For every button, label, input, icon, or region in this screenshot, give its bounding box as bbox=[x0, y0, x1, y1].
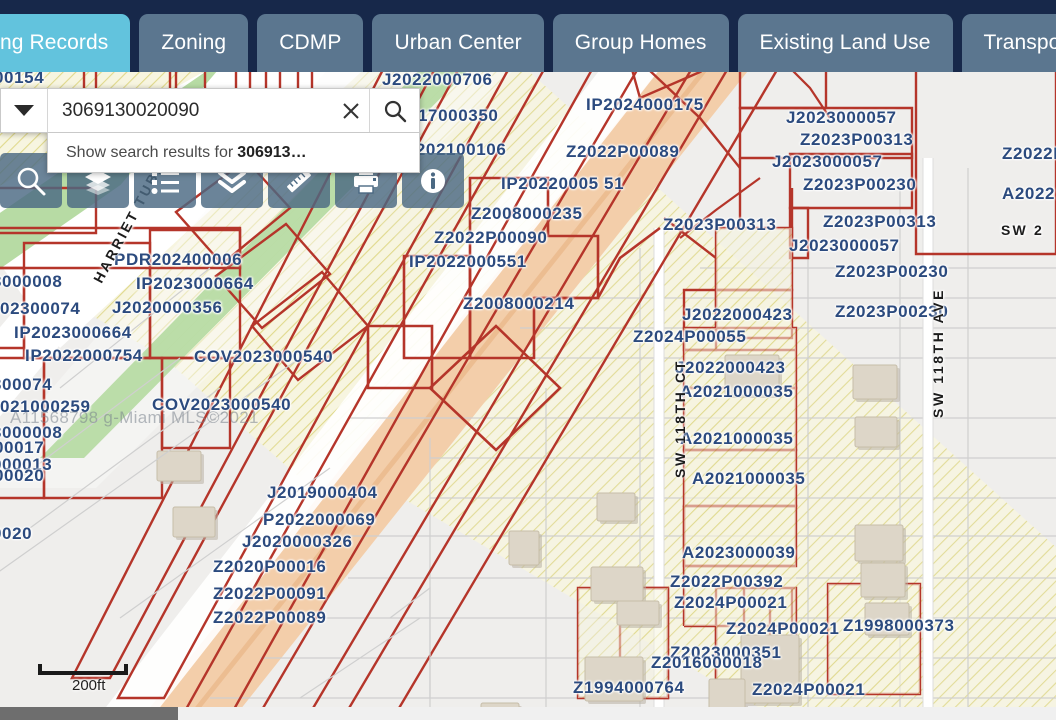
suggestion-prefix: Show search results for bbox=[66, 143, 234, 161]
tab-label: Transport bbox=[983, 31, 1056, 54]
tab-label: Existing Land Use bbox=[759, 31, 931, 54]
search-row bbox=[0, 88, 420, 133]
tab-group-homes[interactable]: Group Homes bbox=[552, 14, 729, 72]
chevron-down-icon bbox=[14, 105, 34, 116]
search-source-dropdown[interactable] bbox=[1, 89, 48, 132]
horizontal-scrollbar[interactable] bbox=[0, 707, 1056, 720]
search-suggestion-item[interactable]: Show search results for 306913… bbox=[47, 133, 420, 173]
info-icon bbox=[421, 168, 445, 193]
suggestion-term: 306913… bbox=[237, 143, 307, 161]
tab-transportation[interactable]: Transport bbox=[961, 14, 1056, 72]
tab-label: ng Records bbox=[0, 31, 109, 54]
tab-zoning[interactable]: Zoning bbox=[139, 14, 249, 72]
scrollbar-thumb[interactable] bbox=[0, 707, 178, 720]
tab-existing-land-use[interactable]: Existing Land Use bbox=[737, 14, 953, 72]
search-submit-button[interactable] bbox=[369, 89, 419, 132]
clear-search-icon[interactable] bbox=[333, 89, 369, 132]
tab-label: Zoning bbox=[161, 31, 227, 54]
tab-label: CDMP bbox=[279, 31, 342, 54]
module-tab-bar: ng Records Zoning CDMP Urban Center Grou… bbox=[0, 0, 1056, 72]
search-input[interactable] bbox=[48, 89, 333, 132]
tab-urban-center[interactable]: Urban Center bbox=[372, 14, 544, 72]
tab-label: Group Homes bbox=[574, 31, 707, 54]
tab-cdmp[interactable]: CDMP bbox=[257, 14, 364, 72]
gis-map-application: 00154J2022000706IP2024000175J20230000571… bbox=[0, 0, 1056, 720]
tab-zoning-records[interactable]: ng Records bbox=[0, 14, 131, 72]
search-widget: Show search results for 306913… bbox=[0, 88, 420, 173]
tab-label: Urban Center bbox=[394, 31, 522, 54]
search-icon bbox=[384, 100, 406, 122]
